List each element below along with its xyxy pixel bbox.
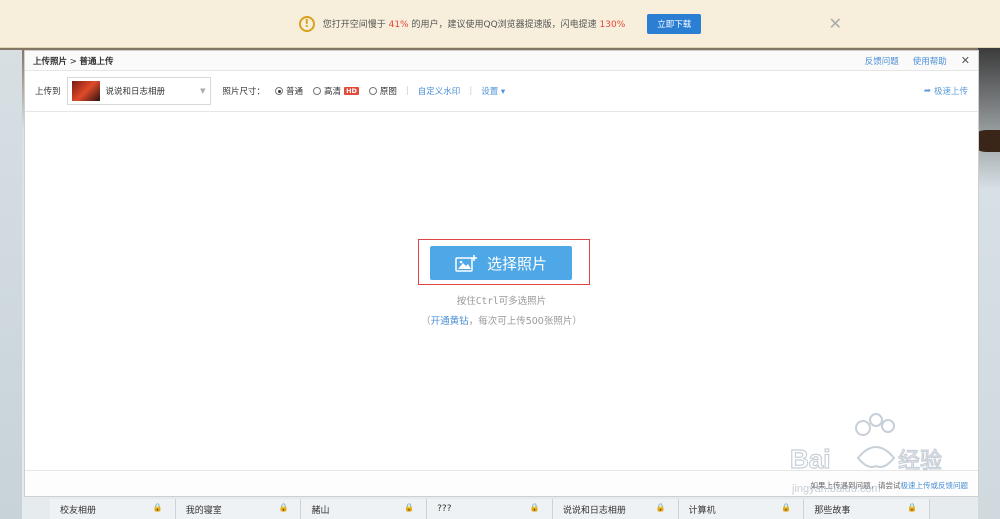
lock-icon: 🔒 (907, 503, 917, 512)
svg-text:jingyan.baidu.com: jingyan.baidu.com (791, 483, 881, 495)
baidu-jingyan-watermark: Bai 经验 jingyan.baidu.com (789, 413, 943, 495)
radio-icon (313, 87, 322, 95)
lock-icon: 🔒 (404, 503, 415, 512)
album-tab[interactable]: 计算机 🔒 (678, 499, 805, 519)
lock-icon: 🔒 (278, 503, 289, 512)
warning-icon: ! (298, 15, 315, 32)
select-photos-label: 选择照片 (486, 254, 547, 273)
divider: | (405, 86, 409, 96)
hd-badge: HD (344, 87, 359, 95)
lock-icon: 🔒 (781, 503, 792, 512)
fast-upload-link[interactable]: ➦ 极速上传 (924, 85, 968, 97)
chevron-down-icon: ▼ (200, 87, 206, 95)
lock-icon: 🔒 (529, 503, 540, 512)
select-photos-button[interactable]: 选择照片 (430, 246, 572, 280)
lock-icon: 🔒 (152, 503, 163, 512)
radio-selected-icon (275, 87, 284, 95)
album-thumbnail (71, 81, 100, 101)
notice-text: 您打开空间慢于 41% 的用户，建议使用QQ浏览器提速版，闪电提速 130% (322, 20, 626, 30)
background-right-panel (978, 48, 1000, 519)
svg-text:经验: 经验 (898, 449, 942, 474)
help-link[interactable]: 使用帮助 (913, 55, 947, 67)
lock-icon: 🔒 (655, 503, 666, 512)
upload-to-label: 上传到 (35, 87, 61, 97)
album-tab[interactable]: 校友相册 🔒 (50, 499, 176, 519)
album-tab[interactable]: 说说和日志相册 🔒 (552, 499, 679, 519)
dialog-header: 上传照片 > 普通上传 反馈问题 使用帮助 ✕ (25, 51, 978, 71)
size-normal-radio[interactable]: 普通 (275, 85, 303, 97)
custom-watermark-link[interactable]: 自定义水印 (418, 85, 461, 97)
size-hd-radio[interactable]: 高清 HD (313, 85, 359, 97)
album-tab[interactable]: 那些故事 🔒 (804, 499, 931, 519)
photo-size-label: 照片尺寸： (222, 87, 266, 97)
album-strip: 校友相册 🔒 我的寝室 🔒 赭山 🔒 ??? 🔒 说说和日志相册 🔒 计算机 🔒 那些故事 🔒 (50, 499, 931, 519)
svg-text:Bai: Bai (790, 444, 830, 474)
feedback-link[interactable]: 反馈问题 (865, 55, 899, 67)
radio-icon (368, 87, 377, 95)
ctrl-multiselect-hint: 按住Ctrl可多选照片 (456, 296, 547, 307)
album-tab[interactable]: 赭山 🔒 (301, 499, 428, 519)
breadcrumb: 上传照片 > 普通上传 (33, 56, 114, 67)
album-tab[interactable]: ??? 🔒 (427, 499, 553, 519)
dialog-close-icon[interactable]: ✕ (961, 54, 970, 67)
speed-notice-bar: ! 您打开空间慢于 41% 的用户，建议使用QQ浏览器提速版，闪电提速 130%… (0, 0, 1000, 48)
album-name: 说说和日志相册 (105, 87, 166, 97)
caret-down-icon: ▾ (500, 87, 506, 97)
album-tab[interactable]: 我的寝室 🔒 (175, 499, 302, 519)
album-select[interactable]: 说说和日志相册 ▼ (66, 77, 211, 105)
vip-upload-hint: （开通黄钻，每次可上传500张照片） (421, 316, 582, 327)
size-original-radio[interactable]: 原图 (368, 85, 397, 97)
open-vip-link[interactable]: 开通黄钻 (431, 316, 469, 327)
upload-toolbar: 上传到 说说和日志相册 ▼ 照片尺寸： 普通 高清 HD 原图 | 自定义水印 … (25, 71, 978, 112)
share-arrow-icon: ➦ (923, 86, 931, 96)
close-icon[interactable]: ✕ (829, 14, 842, 33)
photo-size-group: 照片尺寸： 普通 高清 HD 原图 | 自定义水印 | 设置 ▾ (223, 85, 506, 97)
background-left-panel (0, 50, 22, 519)
divider: | (469, 86, 473, 96)
add-photo-icon (455, 254, 477, 272)
settings-link[interactable]: 设置 ▾ (481, 85, 505, 97)
download-now-button[interactable]: 立即下载 (647, 13, 702, 34)
